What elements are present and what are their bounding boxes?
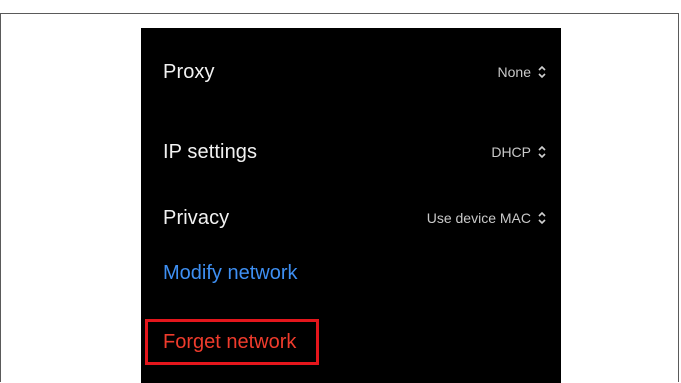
- wifi-network-settings-panel: Proxy None IP settings DHCP Privacy Use …: [141, 28, 561, 383]
- ip-settings-dropdown[interactable]: DHCP: [491, 144, 547, 160]
- up-down-chevron-icon: [537, 211, 547, 225]
- modify-network-button[interactable]: Modify network: [163, 262, 298, 285]
- ip-settings-row[interactable]: IP settings DHCP: [141, 132, 561, 172]
- privacy-setting-row[interactable]: Privacy Use device MAC: [141, 198, 561, 238]
- up-down-chevron-icon: [537, 145, 547, 159]
- privacy-dropdown[interactable]: Use device MAC: [427, 210, 547, 226]
- privacy-value: Use device MAC: [426, 210, 531, 226]
- forget-network-button[interactable]: Forget network: [163, 331, 296, 354]
- up-down-chevron-icon: [537, 65, 547, 79]
- ip-settings-label: IP settings: [163, 140, 258, 163]
- proxy-setting-row[interactable]: Proxy None: [141, 52, 561, 92]
- forget-network-highlight[interactable]: Forget network: [145, 319, 319, 365]
- proxy-dropdown[interactable]: None: [498, 64, 547, 80]
- proxy-value: None: [497, 64, 531, 80]
- privacy-label: Privacy: [163, 206, 230, 229]
- proxy-label: Proxy: [163, 60, 215, 83]
- ip-settings-value: DHCP: [491, 144, 531, 160]
